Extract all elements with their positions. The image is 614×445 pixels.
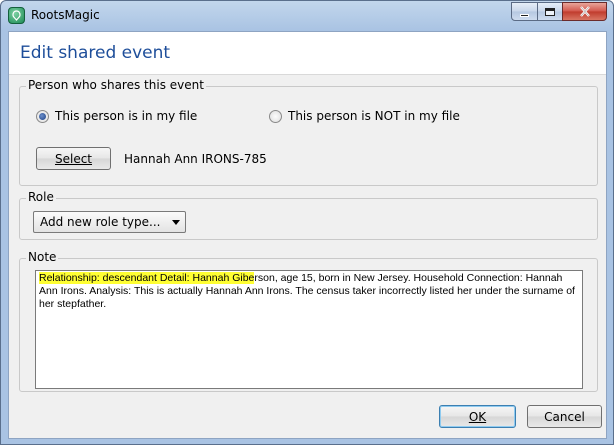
selected-person-name: Hannah Ann IRONS-785 bbox=[124, 152, 267, 166]
chevron-down-icon bbox=[172, 220, 180, 225]
cancel-button-label: Cancel bbox=[544, 409, 585, 424]
role-group: Role Add new role type... bbox=[19, 190, 598, 240]
radio-not-in-file-label[interactable]: This person is NOT in my file bbox=[288, 109, 460, 123]
close-button[interactable] bbox=[562, 2, 607, 21]
ok-button[interactable]: OK bbox=[439, 405, 516, 428]
note-highlighted-text: Relationship: descendant Detail: Hannah … bbox=[39, 272, 255, 284]
person-group: Person who shares this event This person… bbox=[19, 78, 598, 186]
radio-in-file-label[interactable]: This person is in my file bbox=[55, 109, 197, 123]
minimize-button[interactable] bbox=[511, 2, 538, 21]
note-group: Note Relationship: descendant Detail: Ha… bbox=[19, 250, 598, 392]
dialog-client-area: Edit shared event Person who shares this… bbox=[8, 31, 607, 439]
app-window: RootsMagic Edit shared event Person who … bbox=[0, 0, 614, 445]
role-dropdown-value: Add new role type... bbox=[40, 215, 161, 229]
radio-not-in-file-indicator[interactable] bbox=[269, 109, 282, 123]
radio-in-file[interactable]: This person is in my file bbox=[36, 109, 197, 123]
minimize-icon bbox=[520, 13, 529, 17]
radio-not-in-file[interactable]: This person is NOT in my file bbox=[269, 109, 460, 123]
rootsmagic-logo-icon bbox=[8, 7, 25, 24]
ok-button-label: OK bbox=[468, 409, 487, 424]
role-type-dropdown[interactable]: Add new role type... bbox=[33, 211, 186, 233]
note-group-label: Note bbox=[26, 250, 59, 264]
radio-in-file-indicator[interactable] bbox=[36, 109, 49, 123]
radio-selected-dot bbox=[39, 112, 46, 120]
cancel-button[interactable]: Cancel bbox=[527, 405, 602, 428]
select-person-button[interactable]: Select bbox=[36, 147, 111, 170]
note-textarea[interactable]: Relationship: descendant Detail: Hannah … bbox=[35, 270, 583, 389]
maximize-button[interactable] bbox=[537, 2, 563, 21]
title-bar[interactable]: RootsMagic bbox=[1, 1, 613, 31]
maximize-icon bbox=[545, 7, 555, 16]
role-group-label: Role bbox=[26, 190, 56, 204]
select-button-label: Select bbox=[54, 151, 93, 166]
dialog-header: Edit shared event bbox=[9, 32, 606, 75]
person-group-label: Person who shares this event bbox=[26, 78, 206, 92]
dialog-title: Edit shared event bbox=[20, 43, 171, 63]
window-title: RootsMagic bbox=[31, 8, 100, 22]
close-icon bbox=[579, 6, 590, 17]
